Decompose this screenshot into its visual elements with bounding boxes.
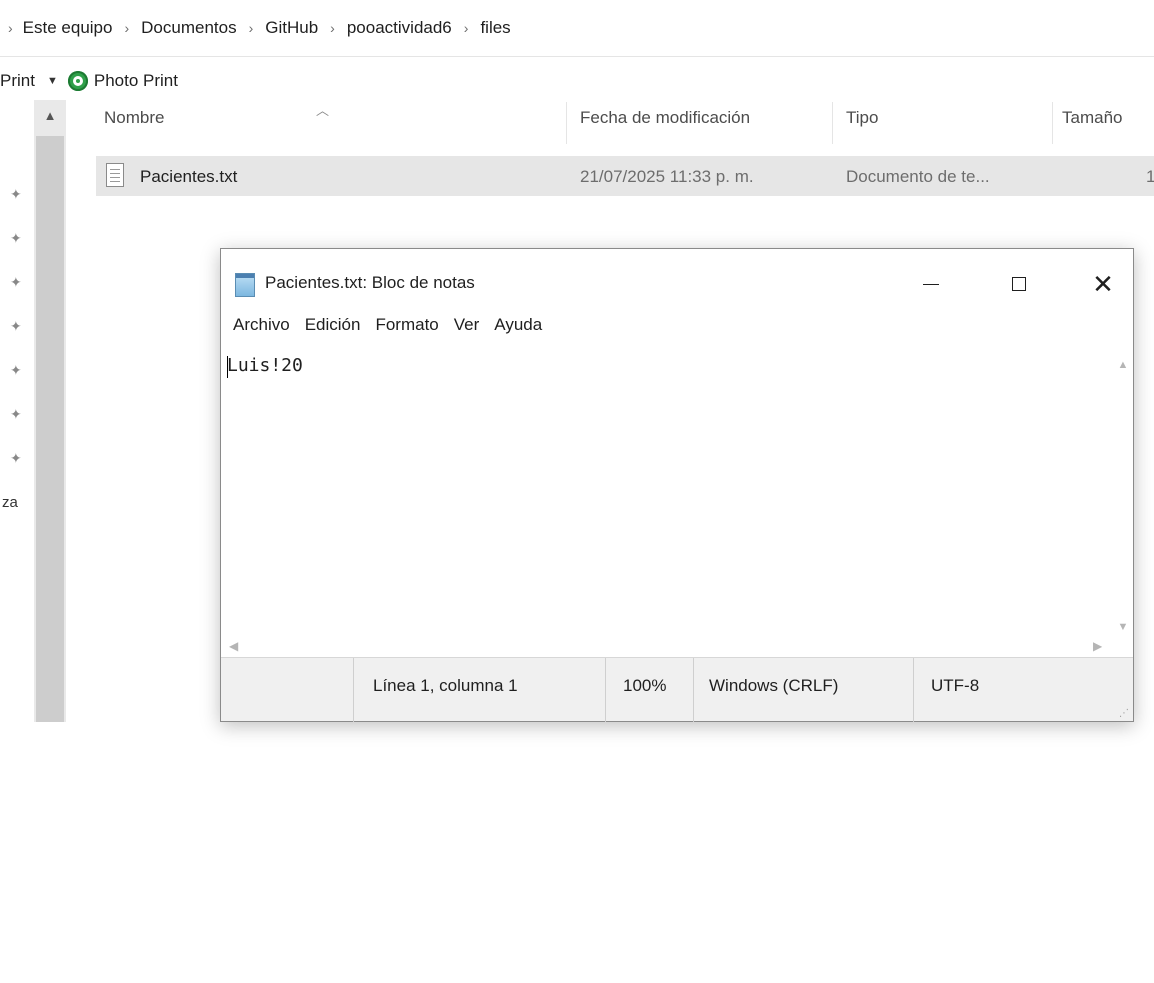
chevron-right-icon[interactable]: › [249, 20, 254, 36]
pin-icon[interactable]: ✦ [10, 450, 22, 467]
status-divider [605, 658, 606, 722]
column-header-type[interactable]: Tipo [846, 108, 878, 128]
status-line-ending: Windows (CRLF) [709, 676, 839, 695]
notepad-window: Pacientes.txt: Bloc de notas ✕ Archivo E… [220, 248, 1134, 722]
scroll-down-icon[interactable]: ▼ [1114, 621, 1132, 633]
column-divider[interactable] [1052, 102, 1053, 144]
window-title: Pacientes.txt: Bloc de notas [265, 273, 475, 292]
menu-bar: Archivo Edición Formato Ver Ayuda [233, 315, 557, 341]
maximize-button[interactable] [989, 259, 1049, 309]
menu-ver[interactable]: Ver [454, 315, 480, 341]
column-divider[interactable] [832, 102, 833, 144]
close-button[interactable]: ✕ [1073, 259, 1133, 309]
scroll-up-icon[interactable]: ▲ [1114, 359, 1132, 371]
breadcrumb-item-github[interactable]: GitHub [265, 18, 318, 38]
photo-print-button[interactable]: Photo Print [94, 71, 178, 91]
column-header-date[interactable]: Fecha de modificación [580, 108, 750, 128]
pin-icon[interactable]: ✦ [10, 186, 22, 203]
file-date: 21/07/2025 11:33 p. m. [580, 167, 754, 186]
nav-item-label[interactable]: za [2, 494, 18, 511]
status-divider [913, 658, 914, 722]
divider [0, 56, 1154, 57]
scroll-up-icon[interactable]: ▲ [34, 108, 66, 132]
minimize-button[interactable] [901, 259, 961, 309]
column-header-size[interactable]: Tamaño [1062, 108, 1122, 128]
print-button[interactable]: Print [0, 71, 35, 91]
breadcrumb-item-documentos[interactable]: Documentos [141, 18, 236, 38]
breadcrumb-item-este-equipo[interactable]: Este equipo [23, 18, 113, 38]
chevron-right-icon[interactable]: › [330, 20, 335, 36]
file-name[interactable]: Pacientes.txt [140, 167, 237, 187]
pin-icon[interactable]: ✦ [10, 274, 22, 291]
command-bar: Print ▼ Photo Print [0, 64, 178, 98]
pin-icon[interactable]: ✦ [10, 362, 22, 379]
chevron-right-icon[interactable]: › [8, 20, 13, 36]
menu-archivo[interactable]: Archivo [233, 315, 290, 341]
title-bar[interactable]: Pacientes.txt: Bloc de notas ✕ [221, 249, 1133, 315]
horizontal-scrollbar[interactable] [221, 637, 1113, 657]
sort-ascending-icon: ︿ [316, 103, 330, 118]
file-size: 1 [1146, 167, 1154, 186]
pin-icon[interactable]: ✦ [10, 318, 22, 335]
column-divider[interactable] [566, 102, 567, 144]
text-file-icon [106, 163, 124, 187]
breadcrumb-item-files[interactable]: files [480, 18, 510, 38]
status-zoom: 100% [623, 676, 667, 695]
photo-print-icon [67, 71, 88, 91]
menu-edicion[interactable]: Edición [305, 315, 361, 341]
vertical-scrollbar[interactable] [1113, 347, 1133, 637]
minimize-icon [923, 283, 939, 285]
breadcrumb: › Este equipo › Documentos › GitHub › po… [8, 18, 511, 38]
scroll-left-icon[interactable]: ◀ [229, 639, 238, 653]
maximize-icon [1012, 277, 1026, 291]
close-icon: ✕ [1092, 268, 1114, 299]
menu-ayuda[interactable]: Ayuda [494, 315, 542, 341]
editor-content[interactable]: Luis!20 [227, 355, 303, 376]
pin-icon[interactable]: ✦ [10, 406, 22, 423]
pin-icon[interactable]: ✦ [10, 230, 22, 247]
status-bar: Línea 1, columna 1 100% Windows (CRLF) U… [221, 657, 1133, 722]
resize-grip-icon[interactable]: ⋰ [1119, 708, 1129, 719]
text-cursor [227, 356, 228, 378]
file-type: Documento de te... [846, 167, 990, 186]
status-cursor-position: Línea 1, columna 1 [373, 676, 518, 695]
notepad-icon [235, 273, 255, 297]
status-divider [693, 658, 694, 722]
breadcrumb-item-pooactividad6[interactable]: pooactividad6 [347, 18, 452, 38]
scroll-right-icon[interactable]: ▶ [1093, 639, 1102, 653]
dropdown-caret-icon[interactable]: ▼ [47, 75, 58, 87]
column-header-name[interactable]: Nombre [104, 108, 164, 128]
nav-scrollbar-thumb[interactable] [36, 136, 64, 722]
chevron-right-icon[interactable]: › [124, 20, 129, 36]
status-encoding: UTF-8 [931, 676, 980, 695]
address-bar[interactable]: › Este equipo › Documentos › GitHub › po… [0, 0, 1154, 60]
status-divider [353, 658, 354, 722]
chevron-right-icon[interactable]: › [464, 20, 469, 36]
menu-formato[interactable]: Formato [375, 315, 438, 341]
